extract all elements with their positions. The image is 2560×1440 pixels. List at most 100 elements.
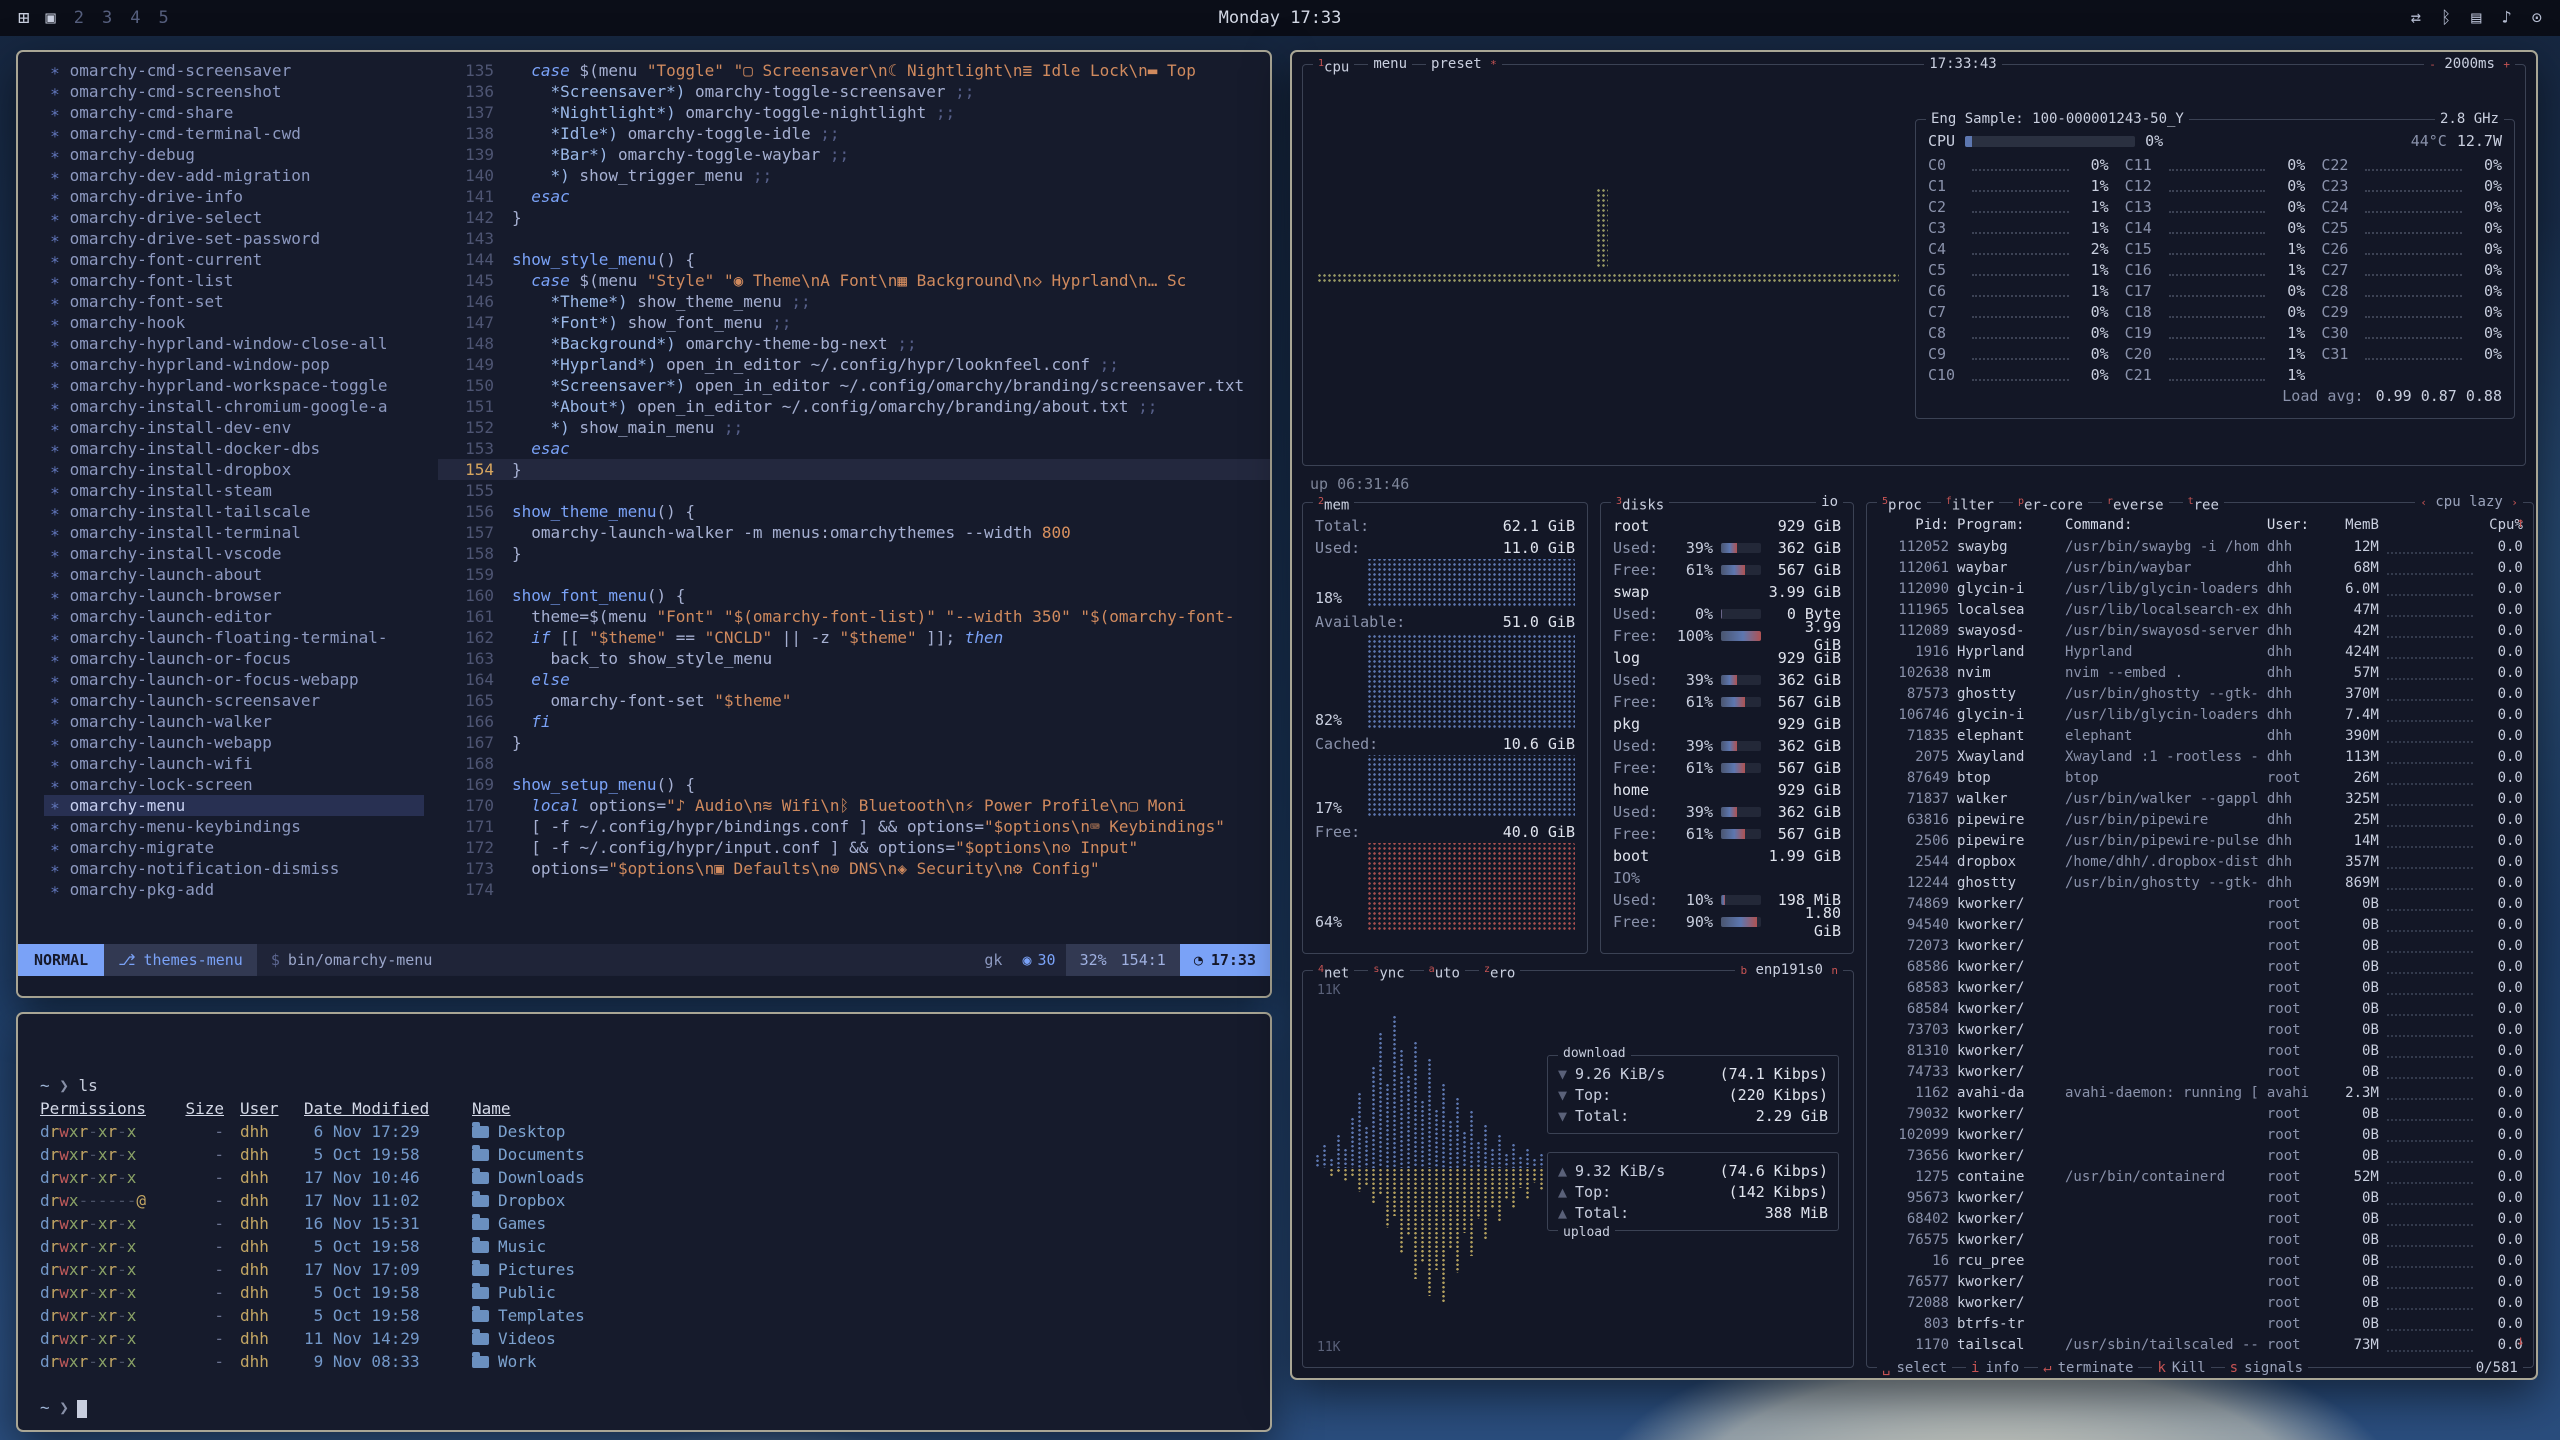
process-row[interactable]: 73656kworker/root0B0.0 (1877, 1146, 2523, 1167)
hint-Kill[interactable]: kKill (2152, 1359, 2210, 1377)
tree-item[interactable]: ∗omarchy-font-list (44, 270, 438, 291)
process-row[interactable]: 2075XwaylandXwayland :1 -rootless -dhh11… (1877, 747, 2523, 768)
process-row[interactable]: 76577kworker/root0B0.0 (1877, 1272, 2523, 1293)
net-interface[interactable]: b enp191s0 n (1735, 961, 1843, 983)
power-icon[interactable]: ⊙ (2532, 8, 2542, 28)
tree-item[interactable]: ∗omarchy-launch-about (44, 564, 438, 585)
terminal-prompt[interactable]: ~ ❯ (40, 1396, 1248, 1419)
tree-item[interactable]: ∗omarchy-dev-add-migration (44, 165, 438, 186)
name-cell[interactable]: Downloads (472, 1166, 1248, 1189)
toggle-sync[interactable]: sync (1368, 961, 1409, 983)
process-row[interactable]: 2506pipewire/usr/bin/pipewire-pulsedhh14… (1877, 831, 2523, 852)
name-cell[interactable]: Documents (472, 1143, 1248, 1166)
tree-item[interactable]: ∗omarchy-install-dev-env (44, 417, 438, 438)
process-row[interactable]: 76575kworker/root0B0.0 (1877, 1230, 2523, 1251)
toggle-auto[interactable]: auto (1424, 961, 1465, 983)
process-row[interactable]: 87649btopbtoproot26M0.0 (1877, 768, 2523, 789)
tree-item[interactable]: ∗omarchy-launch-floating-terminal- (44, 627, 438, 648)
scroll-up-arrow[interactable]: ↑ (2516, 515, 2524, 531)
tree-item[interactable]: ∗omarchy-launch-webapp (44, 732, 438, 753)
sort-selector[interactable]: ‹ cpu lazy › (2415, 493, 2523, 515)
tree-item[interactable]: ∗omarchy-debug (44, 144, 438, 165)
tree-item[interactable]: ∗omarchy-install-dropbox (44, 459, 438, 480)
tree-item[interactable]: ∗omarchy-notification-dismiss (44, 858, 438, 879)
tree-item[interactable]: ∗omarchy-launch-or-focus (44, 648, 438, 669)
process-row[interactable]: 74733kworker/root0B0.0 (1877, 1062, 2523, 1083)
tree-item[interactable]: ∗omarchy-drive-set-password (44, 228, 438, 249)
process-row[interactable]: 63816pipewire/usr/bin/pipewiredhh25M0.0 (1877, 810, 2523, 831)
tree-item[interactable]: ∗omarchy-install-vscode (44, 543, 438, 564)
toggle-filter[interactable]: filter (1941, 493, 1999, 515)
process-row[interactable]: 87573ghostty/usr/bin/ghostty --gtk-dhh37… (1877, 684, 2523, 705)
workspace-button[interactable]: 4 (128, 8, 142, 28)
process-row[interactable]: 71837walker/usr/bin/walker --gappldhh325… (1877, 789, 2523, 810)
scroll-down-arrow[interactable]: ↓ (2516, 1333, 2524, 1349)
name-cell[interactable]: Desktop (472, 1120, 1248, 1143)
command-line[interactable] (18, 976, 1270, 996)
tree-item[interactable]: ∗omarchy-install-chromium-google-a (44, 396, 438, 417)
process-row[interactable]: 72073kworker/root0B0.0 (1877, 936, 2523, 957)
tree-item[interactable]: ∗omarchy-cmd-terminal-cwd (44, 123, 438, 144)
proc-column-header[interactable]: Command: (2065, 515, 2259, 536)
process-row[interactable]: 112052swaybg/usr/bin/swaybg -i /homdhh12… (1877, 537, 2523, 558)
tree-item[interactable]: ∗omarchy-font-current (44, 249, 438, 270)
tree-item[interactable]: ∗omarchy-launch-browser (44, 585, 438, 606)
process-row[interactable]: 2544dropbox/home/dhh/.dropbox-distdhh357… (1877, 852, 2523, 873)
net-box-tab[interactable]: 4net (1313, 961, 1354, 983)
process-row[interactable]: 94540kworker/root0B0.0 (1877, 915, 2523, 936)
vpn-arrows-icon[interactable]: ⇄ (2411, 8, 2421, 28)
tree-item[interactable]: ∗omarchy-font-set (44, 291, 438, 312)
name-cell[interactable]: Dropbox (472, 1189, 1248, 1212)
process-row[interactable]: 112089swayosd-/usr/bin/swayosd-serverdhh… (1877, 621, 2523, 642)
name-cell[interactable]: Work (472, 1350, 1248, 1373)
process-row[interactable]: 12244ghostty/usr/bin/ghostty --gtk-dhh86… (1877, 873, 2523, 894)
process-row[interactable]: 16rcu_preeroot0B0.0 (1877, 1251, 2523, 1272)
tree-item[interactable]: ∗omarchy-install-terminal (44, 522, 438, 543)
workspace-button[interactable]: 5 (156, 8, 170, 28)
process-row[interactable]: 1162avahi-daavahi-daemon: running [avahi… (1877, 1083, 2523, 1104)
process-row[interactable]: 803btrfs-trroot0B0.0 (1877, 1314, 2523, 1335)
tree-item[interactable]: ∗omarchy-launch-editor (44, 606, 438, 627)
process-row[interactable]: 95673kworker/root0B0.0 (1877, 1188, 2523, 1209)
tree-item[interactable]: ∗omarchy-drive-info (44, 186, 438, 207)
active-workspace-icon[interactable]: ▣ (45, 8, 55, 28)
tree-item[interactable]: ∗omarchy-hyprland-window-pop (44, 354, 438, 375)
disks-box-tab[interactable]: 3disks (1611, 493, 1669, 515)
process-row[interactable]: 74869kworker/root0B0.0 (1877, 894, 2523, 915)
tree-item[interactable]: ∗omarchy-launch-wifi (44, 753, 438, 774)
bluetooth-icon[interactable]: ᛒ (2441, 8, 2451, 28)
tree-item[interactable]: ∗omarchy-cmd-share (44, 102, 438, 123)
tree-item[interactable]: ∗omarchy-hook (44, 312, 438, 333)
display-icon[interactable]: ▤ (2471, 8, 2481, 28)
tree-item[interactable]: ∗omarchy-launch-walker (44, 711, 438, 732)
process-row[interactable]: 68583kworker/root0B0.0 (1877, 978, 2523, 999)
tree-item[interactable]: ∗omarchy-migrate (44, 837, 438, 858)
name-cell[interactable]: Templates (472, 1304, 1248, 1327)
process-row[interactable]: 79032kworker/root0B0.0 (1877, 1104, 2523, 1125)
hint-signals[interactable]: ssignals (2225, 1359, 2308, 1377)
process-row[interactable]: 111965localsea/usr/lib/localsearch-exdhh… (1877, 600, 2523, 621)
tree-item[interactable]: ∗omarchy-hyprland-workspace-toggle (44, 375, 438, 396)
name-cell[interactable]: Pictures (472, 1258, 1248, 1281)
io-toggle[interactable]: io (1816, 493, 1843, 515)
process-row[interactable]: 112090glycin-i/usr/lib/glycin-loadersdhh… (1877, 579, 2523, 600)
workspace-button[interactable]: 3 (100, 8, 114, 28)
tree-item[interactable]: ∗omarchy-menu (44, 795, 424, 816)
proc-column-header[interactable]: Pid: (1877, 515, 1949, 536)
process-row[interactable]: 1916HyprlandHyprlanddhh424M0.0 (1877, 642, 2523, 663)
tree-item[interactable]: ∗omarchy-pkg-add (44, 879, 438, 900)
process-row[interactable]: 72088kworker/root0B0.0 (1877, 1293, 2523, 1314)
process-row[interactable]: 112061waybar/usr/bin/waybardhh68M0.0 (1877, 558, 2523, 579)
process-row[interactable]: 68584kworker/root0B0.0 (1877, 999, 2523, 1020)
process-row[interactable]: 73703kworker/root0B0.0 (1877, 1020, 2523, 1041)
tree-item[interactable]: ∗omarchy-launch-or-focus-webapp (44, 669, 438, 690)
terminal-window[interactable]: ~ ❯ lsPermissionsSizeUserDate ModifiedNa… (16, 1012, 1272, 1432)
tree-item[interactable]: ∗omarchy-menu-keybindings (44, 816, 438, 837)
tree-item[interactable]: ∗omarchy-cmd-screenshot (44, 81, 438, 102)
process-row[interactable]: 1275containe/usr/bin/containerdroot52M0.… (1877, 1167, 2523, 1188)
tree-item[interactable]: ∗omarchy-launch-screensaver (44, 690, 438, 711)
workspace-button[interactable]: 2 (72, 8, 86, 28)
process-row[interactable]: 102638nvimnvim --embed .dhh57M0.0 (1877, 663, 2523, 684)
hint-terminate[interactable]: ↵terminate (2038, 1359, 2138, 1377)
launcher-icon[interactable]: ⊞ (18, 7, 29, 29)
